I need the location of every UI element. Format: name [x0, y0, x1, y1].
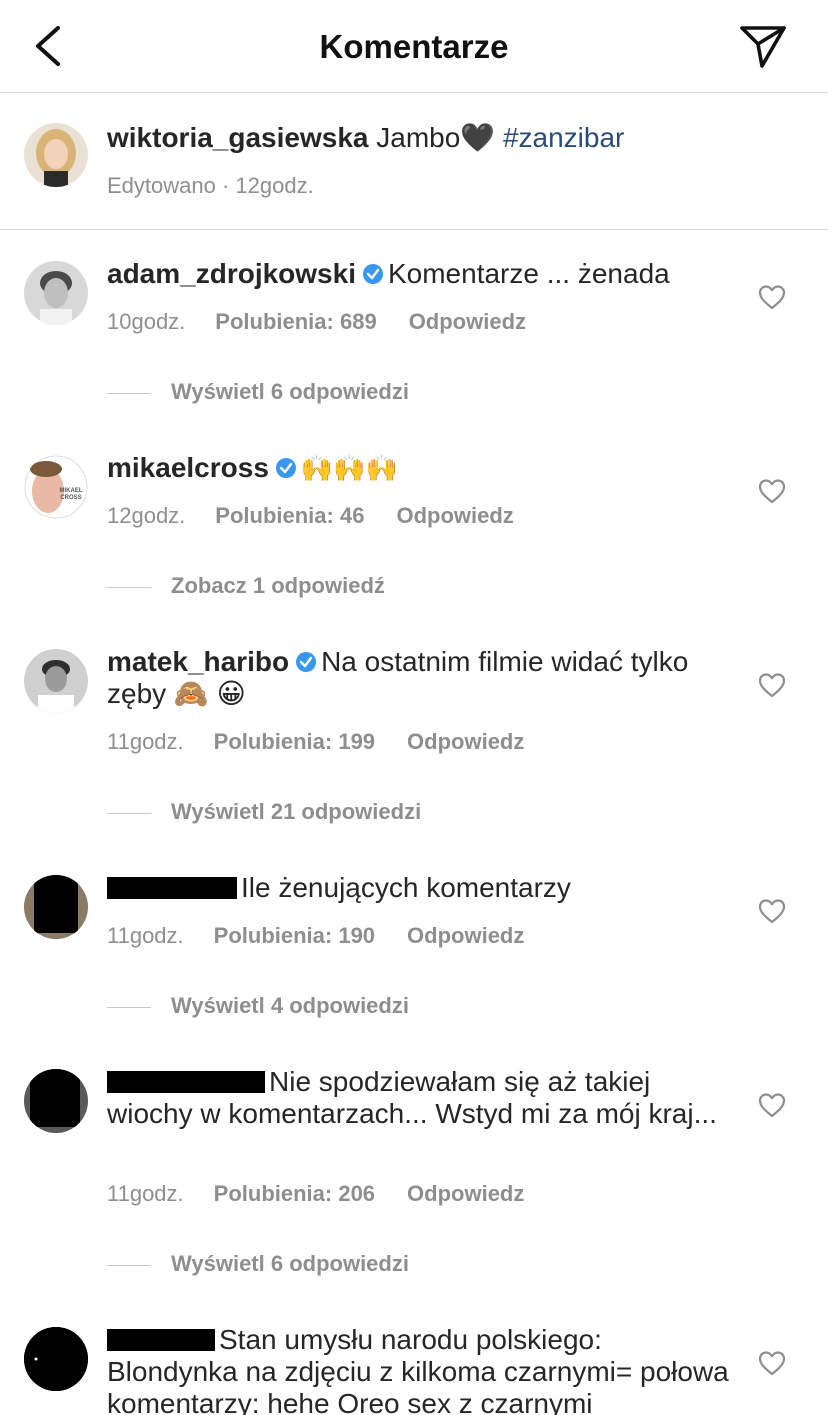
comment-item: Stan umysłu narodu polskiego: Blondynka …: [0, 0, 828, 1415]
redacted-username: [107, 1329, 215, 1351]
heart-icon[interactable]: [758, 1350, 786, 1376]
avatar[interactable]: [24, 1327, 88, 1391]
comment-body: Stan umysłu narodu polskiego: Blondynka …: [107, 1324, 737, 1415]
